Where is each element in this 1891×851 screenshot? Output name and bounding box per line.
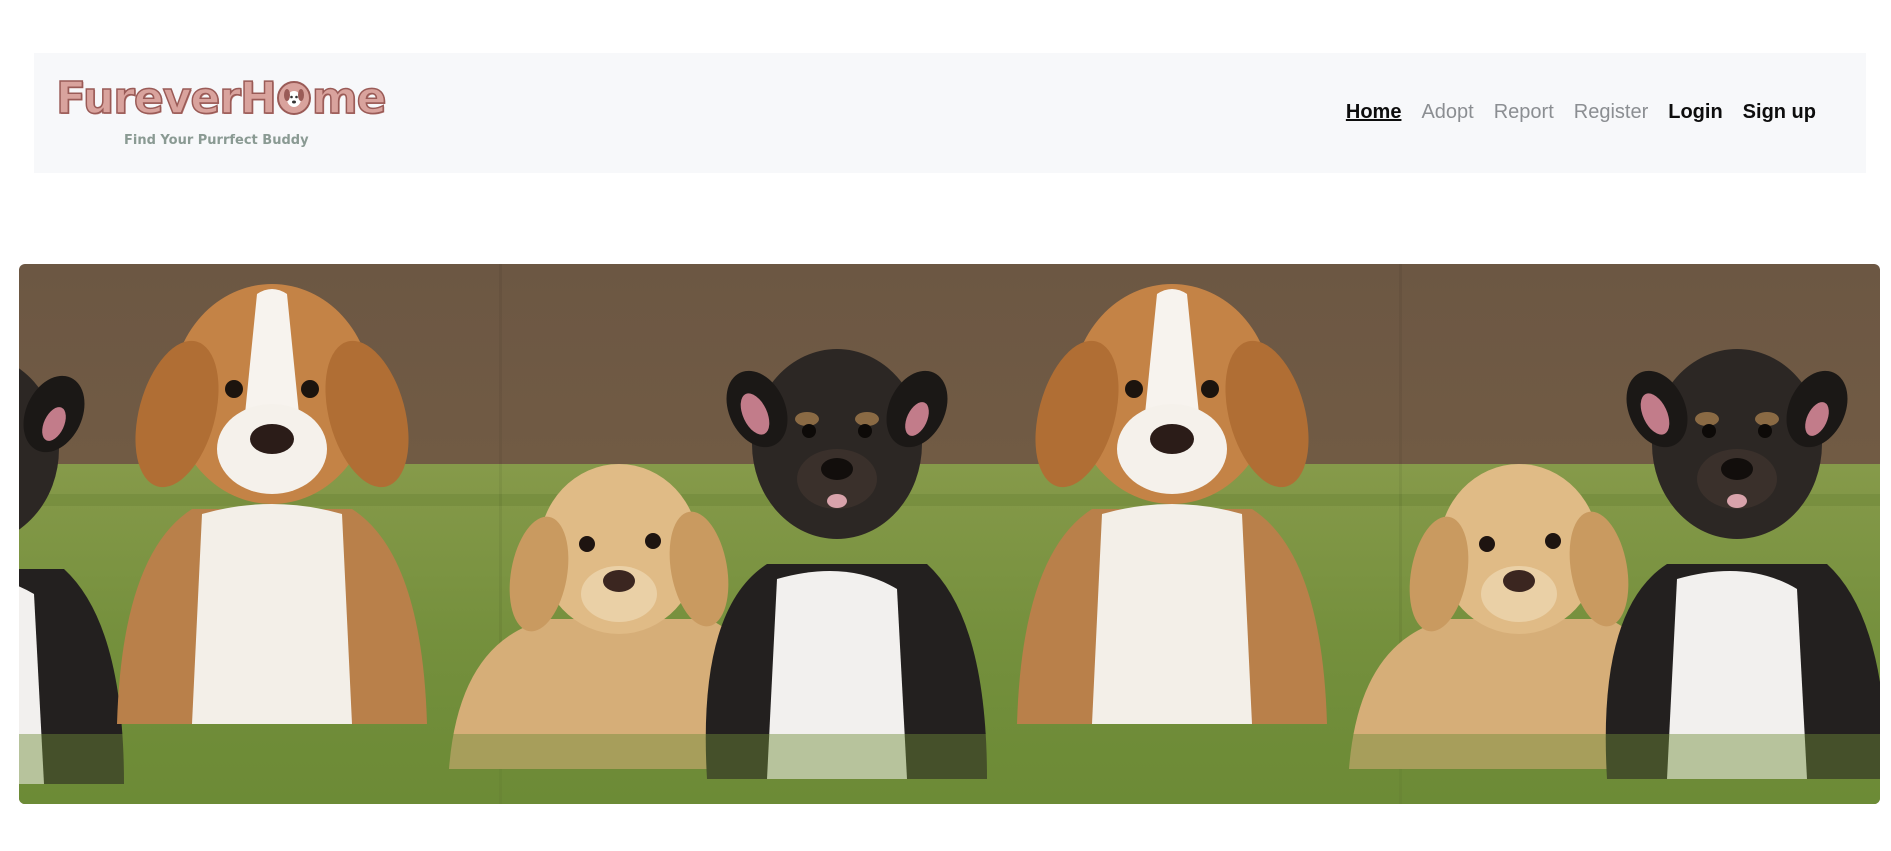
nav-register-link[interactable]: Register xyxy=(1574,101,1648,124)
brand-logo[interactable]: FureverH me Find Your Purrfect Buddy xyxy=(55,74,387,155)
nav-home-link[interactable]: Home xyxy=(1346,101,1402,124)
nav-report-link[interactable]: Report xyxy=(1494,101,1554,124)
nav-adopt-link[interactable]: Adopt xyxy=(1421,101,1473,124)
nav-login-link[interactable]: Login xyxy=(1668,101,1722,124)
brand-title: FureverH me xyxy=(55,73,387,124)
brand-tagline: Find Your Purrfect Buddy xyxy=(124,133,309,148)
dog-face-icon xyxy=(276,81,311,115)
nav-signup-link[interactable]: Sign up xyxy=(1743,101,1816,124)
navbar: FureverH me Find Your Purrfect Buddy Home… xyxy=(34,53,1866,173)
hero-image xyxy=(19,264,1880,804)
nav-links: Home Adopt Report Register Login Sign up xyxy=(1346,101,1816,124)
